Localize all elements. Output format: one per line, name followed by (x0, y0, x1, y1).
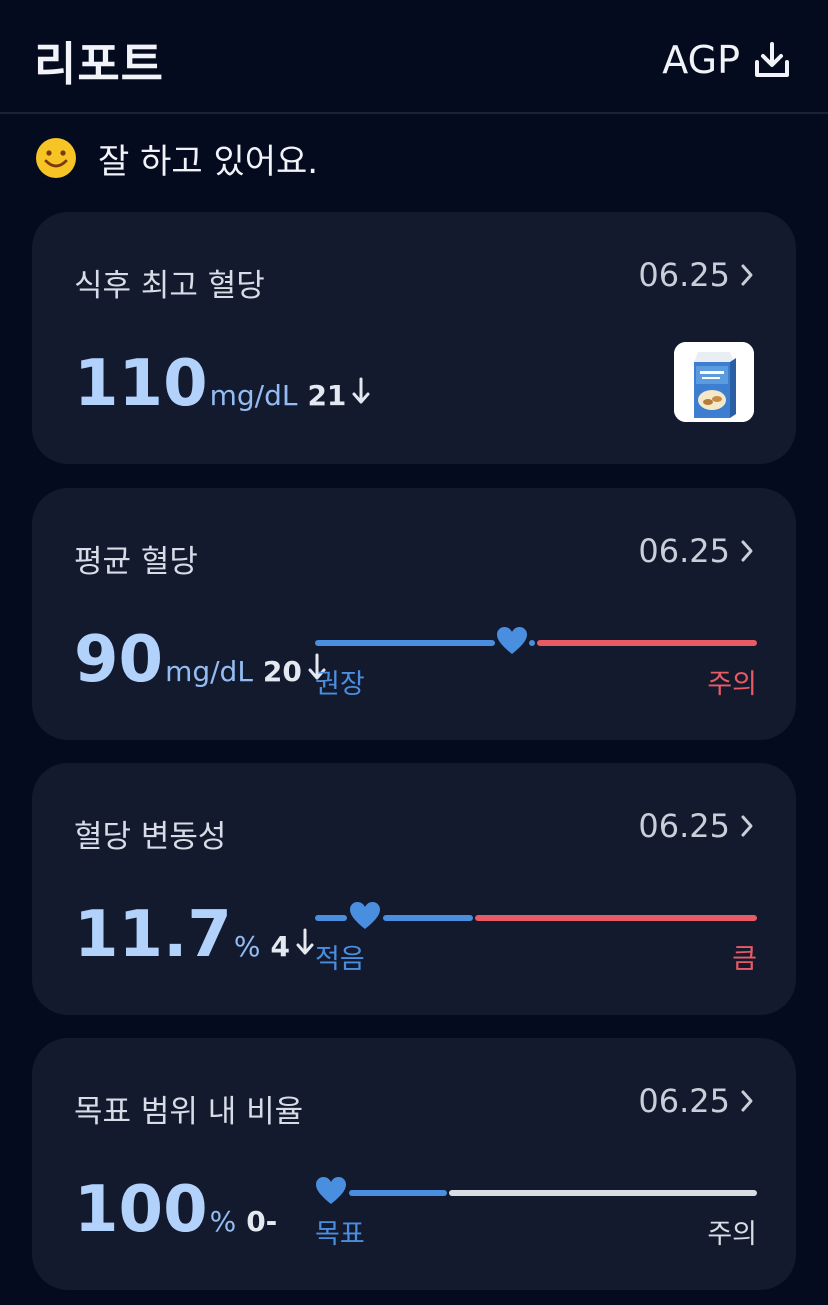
value-row: 110 mg/dL 21 (74, 352, 370, 416)
card-time-in-range[interactable]: 목표 범위 내 비율 06.25 100 % 0- 목표 주의 (32, 1038, 796, 1290)
page-title: 리포트 (34, 37, 164, 91)
in-range-value: 100 (74, 1173, 208, 1247)
card-glucose-variability[interactable]: 혈당 변동성 06.25 11.7 % 4 적음 큼 (32, 763, 796, 1015)
card-title: 혈당 변동성 (74, 819, 227, 855)
mood-text: 잘 하고 있어요. (98, 141, 319, 182)
chevron-right-icon (741, 264, 753, 286)
mood-status: 잘 하고 있어요. (34, 130, 318, 186)
download-icon (755, 42, 789, 77)
range-gauge: 적음 큼 (315, 899, 757, 975)
range-gauge: 목표 주의 (315, 1174, 757, 1250)
gauge-segment-good (383, 915, 473, 921)
chevron-right-icon (741, 540, 753, 562)
scale-label-right: 주의 (707, 669, 757, 700)
gauge-segment-good (349, 1190, 447, 1196)
heart-marker-icon (316, 1177, 346, 1204)
card-date: 06.25 (638, 1082, 730, 1120)
scale-label-left: 목표 (315, 1219, 365, 1250)
gauge-segment-good (315, 915, 347, 921)
scale-label-left: 적음 (315, 944, 365, 975)
card-date: 06.25 (638, 807, 730, 845)
delta-value: 0- (246, 1205, 278, 1238)
value-unit: % (233, 930, 261, 963)
chevron-right-icon (741, 1090, 753, 1112)
arrow-down-icon (296, 928, 314, 960)
scale-label-left: 권장 (315, 669, 365, 700)
value-row: 100 % 0- (74, 1178, 277, 1242)
card-date-link[interactable]: 06.25 (638, 256, 754, 294)
arrow-down-icon (352, 377, 370, 409)
card-date-link[interactable]: 06.25 (638, 807, 754, 845)
card-title: 목표 범위 내 비율 (74, 1094, 304, 1130)
app-header: 리포트 AGP (0, 0, 828, 114)
delta-value: 20 (262, 655, 302, 688)
scale-label-right: 큼 (732, 944, 757, 975)
delta-value: 4 (270, 930, 290, 963)
gauge-segment-warn (475, 915, 757, 921)
value-unit: mg/dL (209, 379, 298, 412)
value-row: 11.7 % 4 (74, 903, 314, 967)
card-average-glucose[interactable]: 평균 혈당 06.25 90 mg/dL 20 권장 주의 (32, 488, 796, 740)
food-photo[interactable] (674, 342, 754, 422)
card-date-link[interactable]: 06.25 (638, 1082, 754, 1120)
card-date: 06.25 (638, 532, 730, 570)
average-value: 90 (74, 623, 164, 697)
card-title: 평균 혈당 (74, 544, 198, 580)
heart-marker-icon (497, 627, 527, 654)
value-unit: mg/dL (165, 655, 253, 688)
value-unit: % (209, 1205, 237, 1238)
gauge-segment-good (315, 640, 495, 646)
value-row: 90 mg/dL 20 (74, 628, 326, 692)
almond-milk-carton-icon (674, 342, 754, 422)
chevron-right-icon (741, 815, 753, 837)
variability-value: 11.7 (74, 898, 232, 972)
peak-value: 110 (74, 347, 208, 421)
range-gauge: 권장 주의 (315, 624, 757, 700)
card-date-link[interactable]: 06.25 (638, 532, 754, 570)
gauge-segment-warn (537, 640, 757, 646)
card-title: 식후 최고 혈당 (74, 268, 265, 304)
heart-marker-icon (350, 902, 380, 929)
delta-value: 21 (307, 379, 347, 412)
agp-download-button[interactable]: AGP (662, 36, 792, 84)
card-post-meal-peak[interactable]: 식후 최고 혈당 06.25 110 mg/dL 21 (32, 212, 796, 464)
scale-label-right: 주의 (707, 1219, 757, 1250)
smiley-icon (36, 138, 76, 178)
gauge-segment-neutral (449, 1190, 757, 1196)
gauge-segment-good (529, 640, 535, 646)
card-date: 06.25 (638, 256, 730, 294)
agp-label: AGP (662, 38, 740, 82)
